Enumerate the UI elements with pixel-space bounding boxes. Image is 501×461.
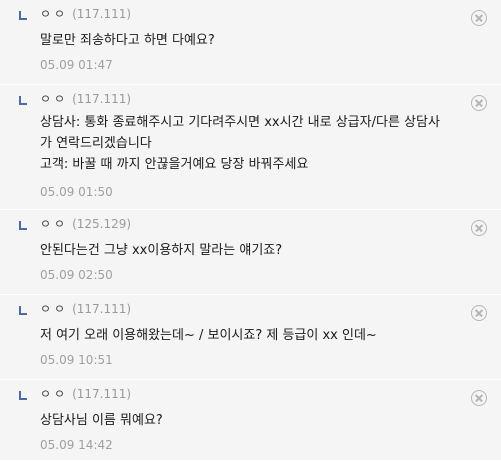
comment-ip: (117.111) xyxy=(72,387,132,401)
reply-arrow-icon xyxy=(19,391,27,400)
comment-item: ㅇㅇ (125.129) 안된다는건 그냥 xx이용하지 말라는 얘기죠? 05.… xyxy=(0,210,501,295)
comment-author[interactable]: ㅇㅇ xyxy=(40,217,68,231)
delete-comment-icon[interactable] xyxy=(471,95,487,111)
comment-author[interactable]: ㅇㅇ xyxy=(40,387,68,401)
delete-comment-icon[interactable] xyxy=(471,220,487,236)
comment-ip: (117.111) xyxy=(72,302,132,316)
comment-text-line: 안된다는건 그냥 xx이용하지 말라는 얘기죠? xyxy=(40,243,283,258)
comment-author[interactable]: ㅇㅇ xyxy=(40,92,68,106)
comment-text-line: 가 연락드리겠습니다 xyxy=(40,136,152,151)
comment-header: ㅇㅇ (117.111) xyxy=(40,386,131,402)
comment-header: ㅇㅇ (117.111) xyxy=(40,301,131,317)
comment-date: 05.09 01:50 xyxy=(40,185,113,199)
comment-ip: (117.111) xyxy=(72,92,132,106)
comment-text-line: 상담사: 통화 종료해주시고 기다려주시면 xx시간 내로 상급자/다른 상담사 xyxy=(40,115,440,130)
delete-comment-icon[interactable] xyxy=(471,10,487,26)
comment-text-line: 저 여기 오래 이용해왔는데~ / 보이시죠? 제 등급이 xx 인데~ xyxy=(40,328,377,343)
reply-arrow-icon xyxy=(19,221,27,230)
comment-text-line: 상담사님 이름 뭐예요? xyxy=(40,413,163,428)
comment-text-line: 고객: 바꿀 때 까지 안끊을거예요 당장 바꿔주세요 xyxy=(40,157,309,172)
comment-body: 저 여기 오래 이용해왔는데~ / 보이시죠? 제 등급이 xx 인데~ xyxy=(40,325,471,346)
delete-comment-icon[interactable] xyxy=(471,390,487,406)
reply-arrow-icon xyxy=(19,306,27,315)
comment-item: ㅇㅇ (117.111) 상담사님 이름 뭐예요? 05.09 14:42 xyxy=(0,380,501,461)
comment-body: 안된다는건 그냥 xx이용하지 말라는 얘기죠? xyxy=(40,240,471,261)
comment-date: 05.09 02:50 xyxy=(40,268,113,282)
comment-author[interactable]: ㅇㅇ xyxy=(40,7,68,21)
delete-comment-icon[interactable] xyxy=(471,305,487,321)
comment-header: ㅇㅇ (117.111) xyxy=(40,91,131,107)
comment-list: ㅇㅇ (117.111) 말로만 죄송하다고 하면 다예요? 05.09 01:4… xyxy=(0,0,501,461)
reply-arrow-icon xyxy=(19,96,27,105)
comment-text-line: 말로만 죄송하다고 하면 다예요? xyxy=(40,33,215,48)
comment-ip: (117.111) xyxy=(72,7,132,21)
reply-arrow-icon xyxy=(19,11,27,20)
comment-item: ㅇㅇ (117.111) 저 여기 오래 이용해왔는데~ / 보이시죠? 제 등급… xyxy=(0,295,501,380)
comment-body: 말로만 죄송하다고 하면 다예요? xyxy=(40,30,471,51)
comment-header: ㅇㅇ (117.111) xyxy=(40,6,131,22)
comment-body: 상담사님 이름 뭐예요? xyxy=(40,410,471,431)
comment-date: 05.09 14:42 xyxy=(40,438,113,452)
comment-item: ㅇㅇ (117.111) 상담사: 통화 종료해주시고 기다려주시면 xx시간 내… xyxy=(0,85,501,210)
comment-body: 상담사: 통화 종료해주시고 기다려주시면 xx시간 내로 상급자/다른 상담사… xyxy=(40,112,471,175)
comment-item: ㅇㅇ (117.111) 말로만 죄송하다고 하면 다예요? 05.09 01:4… xyxy=(0,0,501,85)
comment-header: ㅇㅇ (125.129) xyxy=(40,216,131,232)
comment-date: 05.09 01:47 xyxy=(40,58,113,72)
comment-ip: (125.129) xyxy=(72,217,132,231)
comment-author[interactable]: ㅇㅇ xyxy=(40,302,68,316)
comment-date: 05.09 10:51 xyxy=(40,353,113,367)
